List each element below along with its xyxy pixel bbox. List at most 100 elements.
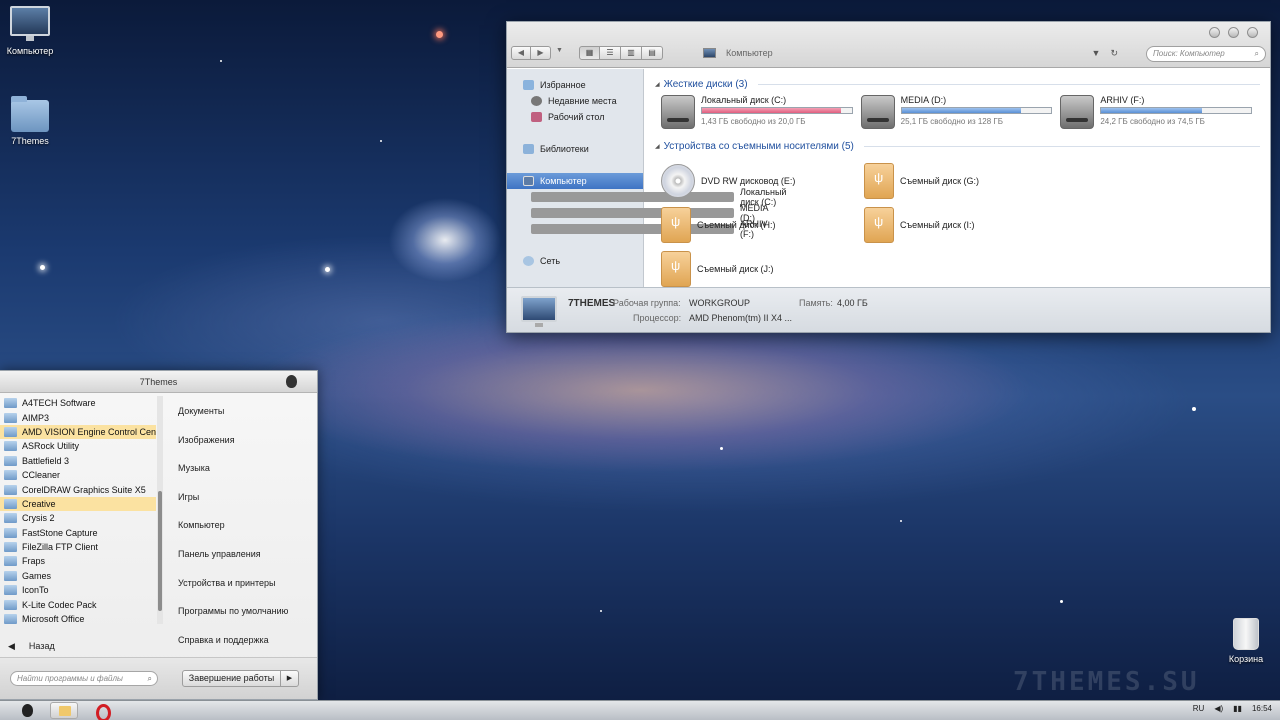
drive-item-d[interactable]: MEDIA (D:) 25,1 ГБ свободно из 128 ГБ	[860, 95, 1061, 129]
program-item[interactable]: K-Lite Codec Pack	[0, 597, 156, 611]
link-devices-printers[interactable]: Устройства и принтеры	[168, 569, 316, 598]
sidebar-item-computer[interactable]: Компьютер	[507, 173, 643, 189]
desktop-icon-computer[interactable]: Компьютер	[0, 6, 62, 56]
program-list: A4TECH Software AIMP3 AMD VISION Engine …	[0, 396, 156, 624]
cpu-value: AMD Phenom(tm) II X4 ...	[689, 313, 793, 323]
computer-icon	[10, 6, 50, 41]
program-item[interactable]: Creative	[0, 496, 156, 512]
address-bar[interactable]: Компьютер	[703, 48, 773, 58]
program-item[interactable]: CCleaner	[0, 468, 156, 482]
back-button[interactable]: ◀ Назад	[8, 641, 55, 652]
star	[1192, 407, 1196, 411]
desktop-icon-recycle-bin[interactable]: Корзина	[1214, 618, 1278, 664]
program-item[interactable]: Battlefield 3	[0, 454, 156, 468]
drive-item-i[interactable]: Съемный диск (I:)	[864, 203, 1067, 247]
sidebar-item-drive-c[interactable]: Локальный диск (C:)	[507, 187, 786, 207]
folder-icon	[4, 556, 17, 567]
sidebar-item-label: Сеть	[540, 256, 561, 266]
program-item[interactable]: CorelDRAW Graphics Suite X5	[0, 482, 156, 496]
program-label: IconTo	[22, 585, 49, 596]
watermark: 7THEMES.SU	[1013, 667, 1200, 697]
program-item[interactable]: Crysis 2	[0, 511, 156, 525]
drive-item-f[interactable]: ARHIV (F:) 24,2 ГБ свободно из 74,5 ГБ	[1060, 95, 1260, 129]
coverflow-view-icon[interactable]: ▤	[642, 46, 663, 60]
sidebar-item-libraries[interactable]: Библиотеки	[507, 141, 643, 157]
drive-usage-bar	[900, 107, 1053, 114]
sidebar-item-drive-d[interactable]: MEDIA (D:)	[507, 203, 768, 223]
star	[436, 31, 443, 38]
chevron-right-icon[interactable]: ▶	[281, 671, 298, 686]
program-item[interactable]: Microsoft Office	[0, 612, 156, 624]
desktop-icon-7themes[interactable]: 7Themes	[0, 96, 62, 146]
start-button-apple-icon[interactable]	[22, 704, 33, 717]
back-arrow-icon[interactable]: ◀	[511, 46, 531, 60]
search-input[interactable]: Поиск: Компьютер ⌕	[1146, 46, 1266, 62]
forward-arrow-icon[interactable]: ▶	[531, 46, 551, 60]
folder-icon	[11, 96, 49, 132]
desktop-icon-label: Компьютер	[6, 46, 54, 56]
shutdown-button[interactable]: Завершение работы ▶	[182, 670, 299, 687]
volume-icon[interactable]: ◀)	[1214, 704, 1223, 713]
sidebar-item-desktop[interactable]: Рабочий стол	[507, 109, 643, 125]
list-view-icon[interactable]: ☰	[600, 46, 621, 60]
sidebar-item-favorites[interactable]: Избранное	[507, 77, 643, 93]
program-search-input[interactable]: Найти программы и файлы ⌕	[10, 671, 158, 686]
program-label: AIMP3	[22, 412, 50, 423]
sidebar-item-label: Избранное	[540, 80, 586, 90]
link-control-panel[interactable]: Панель управления	[168, 540, 316, 569]
group-header-removable[interactable]: ◢ Устройства со съемными носителями (5)	[655, 139, 1260, 153]
group-header-hard-disks[interactable]: ◢ Жесткие диски (3)	[655, 77, 1260, 91]
drive-free-space: 24,2 ГБ свободно из 74,5 ГБ	[1100, 117, 1205, 126]
sidebar-item-drive-f[interactable]: ARHIV (F:)	[507, 219, 768, 239]
program-item[interactable]: AIMP3	[0, 410, 156, 424]
star	[600, 610, 602, 612]
program-list-scrollbar[interactable]	[157, 396, 163, 624]
icons-view-icon[interactable]: ▦	[579, 46, 600, 60]
maximize-button[interactable]	[1228, 27, 1239, 38]
opera-taskbar-icon[interactable]	[88, 702, 116, 720]
program-item[interactable]: A4TECH Software	[0, 396, 156, 410]
refresh-icon[interactable]: ↻	[1110, 48, 1118, 59]
sidebar-item-network[interactable]: Сеть	[507, 253, 643, 269]
usb-drive-icon	[864, 163, 894, 199]
link-default-programs[interactable]: Программы по умолчанию	[168, 597, 316, 626]
program-item[interactable]: ASRock Utility	[0, 439, 156, 453]
sidebar-item-label: Компьютер	[540, 176, 587, 186]
drive-item-g[interactable]: Съемный диск (G:)	[864, 159, 1067, 203]
hard-drive-icon	[661, 95, 695, 129]
program-item[interactable]: IconTo	[0, 583, 156, 597]
link-music[interactable]: Музыка	[168, 454, 316, 483]
drive-item-e[interactable]: DVD RW дисковод (E:)	[661, 159, 864, 203]
clock[interactable]: 16:54	[1252, 704, 1272, 713]
address-dropdown-icon[interactable]: ▼	[1092, 48, 1101, 59]
explorer-taskbar-icon[interactable]	[50, 702, 78, 719]
link-help-support[interactable]: Справка и поддержка	[168, 626, 316, 655]
columns-view-icon[interactable]: ▥	[621, 46, 642, 60]
close-button[interactable]	[1247, 27, 1258, 38]
drive-name: Съемный диск (H:)	[697, 220, 776, 230]
link-documents[interactable]: Документы	[168, 397, 316, 426]
view-buttons: ▦ ☰ ▥ ▤	[579, 46, 663, 60]
program-item[interactable]: FileZilla FTP Client	[0, 540, 156, 554]
link-computer[interactable]: Компьютер	[168, 511, 316, 540]
drive-item-h[interactable]: Съемный диск (H:)	[661, 203, 864, 247]
program-item[interactable]: Games	[0, 569, 156, 583]
link-pictures[interactable]: Изображения	[168, 426, 316, 455]
history-dropdown-icon[interactable]: ▼	[556, 47, 563, 54]
sidebar-item-recent[interactable]: Недавние места	[507, 93, 643, 109]
minimize-button[interactable]	[1209, 27, 1220, 38]
program-label: Fraps	[22, 556, 46, 567]
scrollbar-thumb[interactable]	[158, 491, 162, 611]
program-item[interactable]: Fraps	[0, 554, 156, 568]
folder-icon	[4, 412, 17, 423]
desktop-icon-label: 7Themes	[11, 136, 49, 146]
drive-item-c[interactable]: Локальный диск (C:) 1,43 ГБ свободно из …	[661, 95, 861, 129]
program-item[interactable]: FastStone Capture	[0, 526, 156, 540]
drive-item-j[interactable]: Съемный диск (J:)	[661, 247, 864, 291]
hard-drive-icon	[860, 95, 895, 129]
network-tray-icon[interactable]: ▮▮	[1233, 704, 1242, 713]
language-indicator[interactable]: RU	[1193, 704, 1205, 713]
usb-drive-icon	[864, 207, 894, 243]
program-item[interactable]: AMD VISION Engine Control Cen	[0, 424, 156, 440]
link-games[interactable]: Игры	[168, 483, 316, 512]
